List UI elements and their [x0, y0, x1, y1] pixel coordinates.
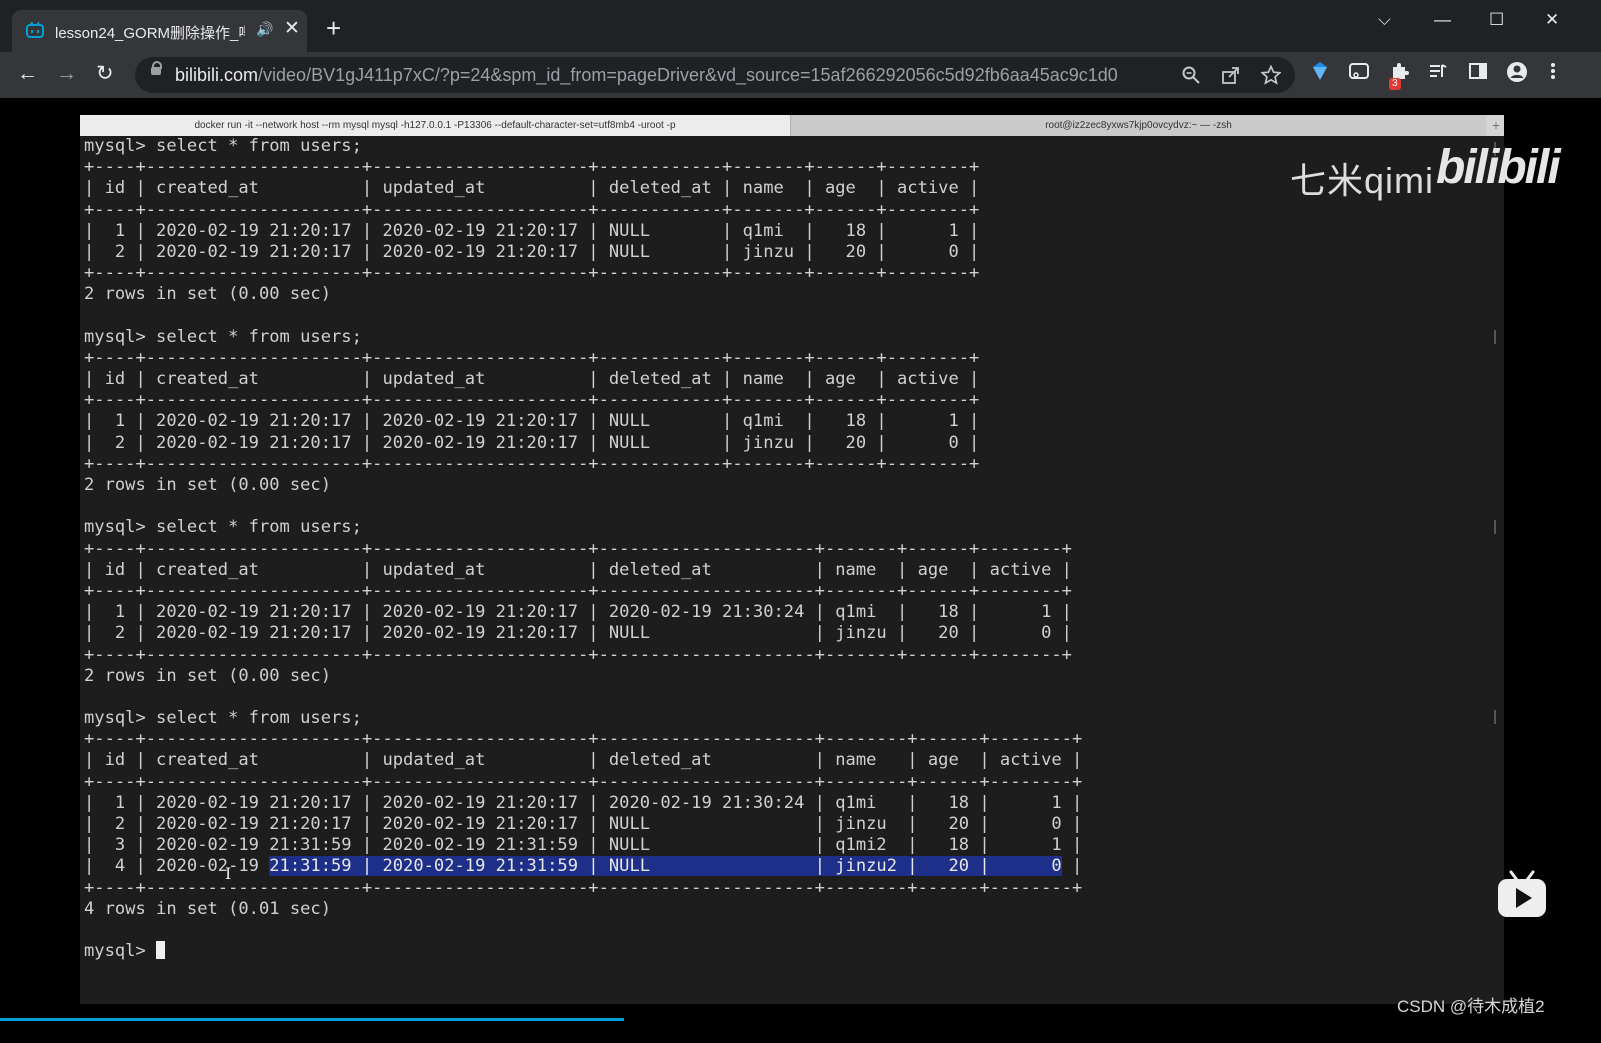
extension-badge: 3	[1389, 78, 1401, 90]
video-progress-bar[interactable]	[0, 1018, 624, 1021]
active-tab[interactable]: lesson24_GORM删除操作_哔哩哔哩 🔊 ✕	[12, 10, 307, 52]
scroll-marker	[1494, 520, 1496, 534]
terminal-output[interactable]: mysql> select * from users; +----+------…	[80, 136, 1504, 962]
terminal-tab-zsh[interactable]: root@iz2zec8yxws7kjp0ovcydvz:~ — -zsh	[791, 115, 1486, 136]
forward-icon[interactable]: →	[56, 62, 77, 86]
browser-tab-strip: lesson24_GORM删除操作_哔哩哔哩 🔊 ✕ + ⌵ — ☐ ✕	[0, 0, 1601, 52]
maximize-icon[interactable]: ☐	[1489, 10, 1504, 30]
terminal-cursor	[156, 941, 166, 960]
mouse-text-cursor: I	[225, 864, 232, 883]
bilibili-logo: bilibili	[1436, 141, 1561, 194]
terminal-new-tab-button[interactable]: +	[1492, 115, 1500, 136]
url-text[interactable]: bilibili.com/video/BV1gJ411p7xC/?p=24&sp…	[175, 65, 1118, 86]
address-bar[interactable]: bilibili.com/video/BV1gJ411p7xC/?p=24&sp…	[135, 57, 1295, 93]
scroll-marker	[1494, 710, 1496, 724]
back-icon[interactable]: ←	[17, 62, 38, 86]
screen-capture-extension-icon[interactable]	[1348, 61, 1370, 81]
vpn-extension-icon[interactable]	[1311, 61, 1329, 81]
browser-toolbar: ← → ↻ bilibili.com/video/BV1gJ411p7xC/?p…	[0, 52, 1601, 98]
speaker-icon[interactable]: 🔊	[256, 21, 273, 38]
terminal-tab-docker[interactable]: docker run -it --network host --rm mysql…	[80, 115, 791, 136]
bilibili-tv-icon	[26, 22, 44, 38]
tab-search-icon[interactable]: ⌵	[1378, 10, 1391, 30]
terminal-tab-bar: docker run -it --network host --rm mysql…	[80, 115, 1504, 136]
new-tab-button[interactable]: +	[326, 15, 341, 41]
terminal-window[interactable]: mysql> select * from users; +----+------…	[80, 136, 1504, 1004]
reading-list-icon[interactable]	[1428, 61, 1448, 81]
profile-icon[interactable]	[1506, 61, 1528, 83]
side-panel-icon[interactable]	[1468, 61, 1488, 81]
star-icon[interactable]	[1261, 65, 1281, 85]
uploader-watermark: 七米qimi	[1290, 160, 1435, 201]
reload-icon[interactable]: ↻	[96, 62, 114, 86]
tab-title: lesson24_GORM删除操作_哔哩哔哩	[55, 25, 245, 42]
share-icon[interactable]	[1222, 66, 1240, 84]
csdn-watermark: CSDN @待木成植2	[1397, 997, 1545, 1016]
selected-text[interactable]: 21:31:59 | 2020-02-19 21:31:59 | NULL | …	[269, 856, 1062, 877]
bilibili-play-icon[interactable]	[1497, 870, 1547, 918]
close-window-icon[interactable]: ✕	[1545, 10, 1559, 30]
scroll-marker	[1494, 330, 1496, 344]
menu-icon[interactable]	[1549, 61, 1557, 81]
lock-icon[interactable]	[151, 61, 162, 75]
minimize-icon[interactable]: —	[1434, 10, 1451, 30]
zoom-icon[interactable]	[1182, 66, 1200, 84]
terminal-text: mysql> select * from users; +----+------…	[84, 136, 1083, 877]
close-tab-icon[interactable]: ✕	[284, 19, 300, 39]
